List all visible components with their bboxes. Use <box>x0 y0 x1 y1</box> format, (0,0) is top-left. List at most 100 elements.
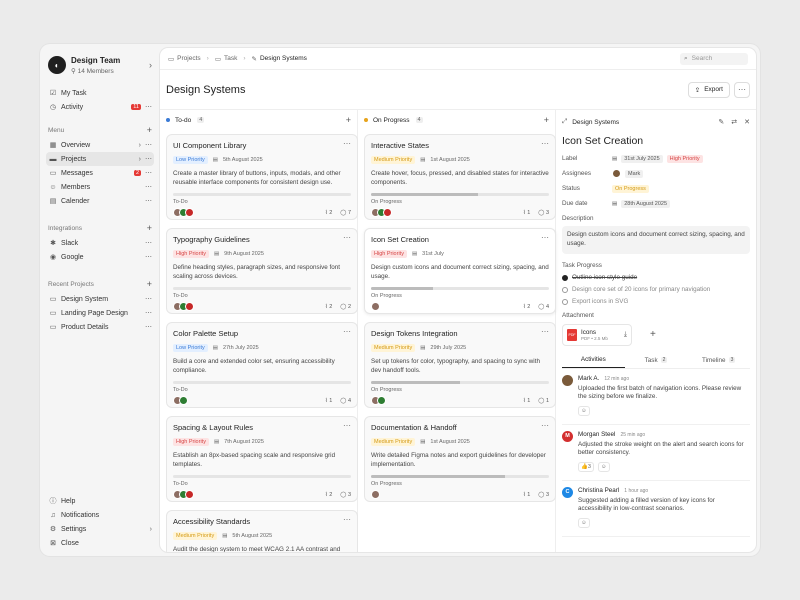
task-card[interactable]: Icon Set Creation ⋯ High Priority ▤ 31st… <box>364 228 556 314</box>
attachment-file[interactable]: PDF Icons PDF • 2.5 Mb ⤓ <box>562 323 632 346</box>
chevron-right-icon[interactable]: › <box>149 60 152 70</box>
sidebar-item-overview[interactable]: ▦ Overview › ⋯ <box>46 138 154 152</box>
task-card[interactable]: Typography Guidelines ⋯ High Priority ▤ … <box>166 228 358 314</box>
sidebar-item-messages[interactable]: ▭ Messages 2 ⋯ <box>46 166 154 180</box>
sidebar-item-activity[interactable]: ◷ Activity 11 ⋯ <box>46 100 154 114</box>
task-card[interactable]: UI Component Library ⋯ Low Priority ▤ 5t… <box>166 134 358 220</box>
more-icon[interactable]: ⋯ <box>343 421 351 430</box>
task-card[interactable]: Interactive States ⋯ Medium Priority ▤ 1… <box>364 134 556 220</box>
search-input[interactable]: ⌕ Search <box>680 52 748 65</box>
sidebar-item-members[interactable]: ☺ Members ⋯ <box>46 180 154 194</box>
more-icon[interactable]: ⋯ <box>145 197 152 205</box>
checkbox-checked-icon[interactable] <box>562 274 568 281</box>
add-card-button[interactable]: + <box>544 115 549 125</box>
assignee-chip[interactable]: Mark <box>625 169 644 178</box>
more-icon[interactable]: ⋯ <box>145 155 152 163</box>
emoji-icon[interactable]: ☺ <box>597 462 610 473</box>
task-card[interactable]: Spacing & Layout Rules ⋯ High Priority ▤… <box>166 416 358 502</box>
sidebar-item-google[interactable]: ◉ Google ⋯ <box>46 250 154 264</box>
comment-count[interactable]: ◯ 3 <box>538 210 549 216</box>
recent-item-landing-page[interactable]: ▭ Landing Page Design ⋯ <box>46 306 154 320</box>
emoji-icon[interactable]: ☺ <box>578 518 590 529</box>
sidebar-item-my-task[interactable]: ☑ My Task <box>46 86 154 100</box>
avatar <box>371 302 380 311</box>
more-icon[interactable]: ⋯ <box>343 139 351 148</box>
share-icon[interactable]: ⇄ <box>731 118 737 126</box>
attachment-count[interactable]: ⌇ 2 <box>325 210 332 216</box>
attachment-count[interactable]: ⌇ 2 <box>325 304 332 310</box>
more-icon[interactable]: ⋯ <box>145 253 152 261</box>
sidebar-item-projects[interactable]: ▬ Projects › ⋯ <box>46 152 154 166</box>
comment-count[interactable]: ◯ 3 <box>340 492 351 498</box>
close-icon[interactable]: ✕ <box>744 118 750 126</box>
more-icon[interactable]: ⋯ <box>541 233 549 242</box>
team-switcher[interactable]: ◐ Design Team ⚲ 14 Members › <box>46 50 154 80</box>
tab-task[interactable]: Task 2 <box>625 353 688 368</box>
attachment-count[interactable]: ⌇ 2 <box>325 492 332 498</box>
add-attachment-button[interactable]: + <box>650 329 656 340</box>
subtask-item[interactable]: Outline icon style guide <box>562 272 750 284</box>
subtask-item[interactable]: Design core set of 20 icons for primary … <box>562 284 750 296</box>
more-icon[interactable]: ⋯ <box>145 141 152 149</box>
sidebar-item-settings[interactable]: ⚙ Settings › <box>46 522 154 536</box>
comment-count[interactable]: ◯ 1 <box>538 398 549 404</box>
comment-count[interactable]: ◯ 4 <box>340 398 351 404</box>
plus-icon[interactable]: + <box>147 223 152 233</box>
comment-count[interactable]: ◯ 2 <box>340 304 351 310</box>
description-text[interactable]: Design custom icons and document correct… <box>562 226 750 254</box>
sidebar-item-close[interactable]: ⊠ Close <box>46 536 154 550</box>
more-icon[interactable]: ⋯ <box>541 421 549 430</box>
task-card[interactable]: Color Palette Setup ⋯ Low Priority ▤ 27t… <box>166 322 358 408</box>
recent-item-product-details[interactable]: ▭ Product Details ⋯ <box>46 320 154 334</box>
comment-count[interactable]: ◯ 7 <box>340 210 351 216</box>
comment-count[interactable]: ◯ 3 <box>538 492 549 498</box>
more-icon[interactable]: ⋯ <box>145 169 152 177</box>
thumbs-up-reaction[interactable]: 👍 3 <box>578 462 594 473</box>
tab-activities[interactable]: Activities <box>562 353 625 368</box>
add-card-button[interactable]: + <box>346 115 351 125</box>
download-icon[interactable]: ⤓ <box>624 331 627 339</box>
more-icon[interactable]: ⋯ <box>343 515 351 524</box>
plus-icon[interactable]: + <box>147 279 152 289</box>
expand-icon[interactable]: ⤢ <box>562 118 567 126</box>
recent-item-design-system[interactable]: ▭ Design System ⋯ <box>46 292 154 306</box>
checkbox-icon[interactable] <box>562 286 568 293</box>
task-progress-list: Outline icon style guide Design core set… <box>562 272 750 308</box>
more-icon[interactable]: ⋯ <box>541 327 549 336</box>
sidebar-item-help[interactable]: ⓘ Help <box>46 494 154 508</box>
more-icon[interactable]: ⋯ <box>343 233 351 242</box>
attachment-count[interactable]: ⌇ 2 <box>523 304 530 310</box>
more-button[interactable]: ⋯ <box>734 81 750 98</box>
task-card[interactable]: Design Tokens Integration ⋯ Medium Prior… <box>364 322 556 408</box>
more-icon[interactable]: ⋯ <box>541 139 549 148</box>
emoji-icon[interactable]: ☺ <box>578 406 590 417</box>
attachment-row: PDF Icons PDF • 2.5 Mb ⤓ + <box>562 323 750 346</box>
priority-tag[interactable]: High Priority <box>666 154 703 163</box>
task-card[interactable]: Documentation & Handoff ⋯ Medium Priorit… <box>364 416 556 502</box>
breadcrumb-projects[interactable]: Projects <box>177 55 200 62</box>
attachment-count[interactable]: ⌇ 1 <box>325 398 332 404</box>
attachment-count[interactable]: ⌇ 1 <box>523 492 530 498</box>
more-icon[interactable]: ⋯ <box>145 239 152 247</box>
checkbox-icon[interactable] <box>562 298 568 305</box>
more-icon[interactable]: ⋯ <box>145 323 152 331</box>
status-badge[interactable]: On Progress <box>612 184 649 193</box>
export-button[interactable]: ⇪ Export <box>687 81 730 98</box>
subtask-item[interactable]: Export icons in SVG <box>562 296 750 308</box>
sidebar-item-calendar[interactable]: ▤ Calender ⋯ <box>46 194 154 208</box>
breadcrumb-task[interactable]: Task <box>224 55 237 62</box>
more-icon[interactable]: ⋯ <box>343 327 351 336</box>
more-icon[interactable]: ⋯ <box>145 295 152 303</box>
edit-icon[interactable]: ✎ <box>718 118 724 126</box>
comment-count[interactable]: ◯ 4 <box>538 304 549 310</box>
task-card[interactable]: Accessibility Standards ⋯ Medium Priorit… <box>166 510 358 552</box>
attachment-count[interactable]: ⌇ 1 <box>523 398 530 404</box>
attachment-count[interactable]: ⌇ 1 <box>523 210 530 216</box>
tab-timeline[interactable]: Timeline 3 <box>687 353 750 368</box>
more-icon[interactable]: ⋯ <box>145 183 152 191</box>
sidebar-item-slack[interactable]: ✱ Slack ⋯ <box>46 236 154 250</box>
more-icon[interactable]: ⋯ <box>145 103 152 111</box>
sidebar-item-notifications[interactable]: ♫ Notifications <box>46 508 154 522</box>
plus-icon[interactable]: + <box>147 125 152 135</box>
more-icon[interactable]: ⋯ <box>145 309 152 317</box>
